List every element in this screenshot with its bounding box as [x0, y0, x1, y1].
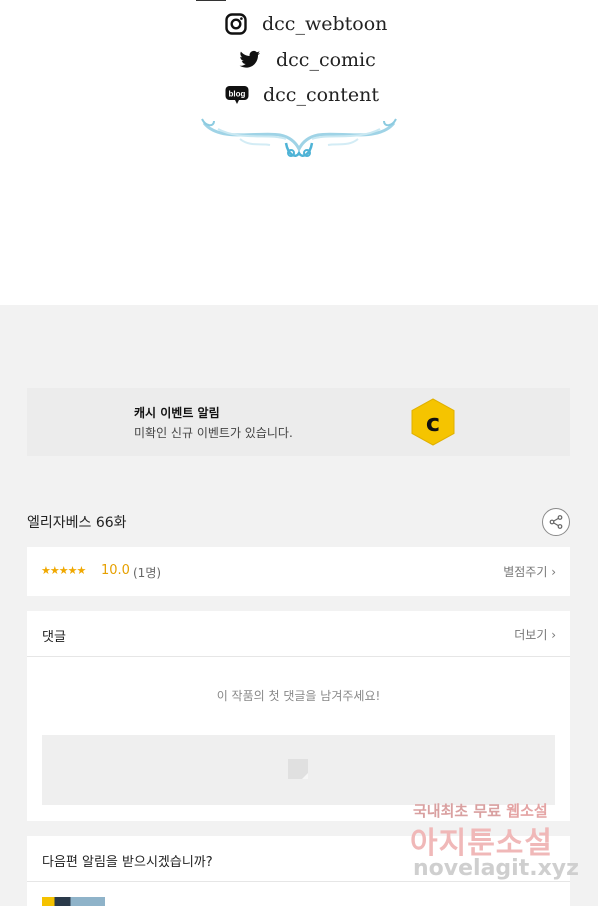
blog-badge-text: blog — [229, 90, 246, 99]
instagram-row: dcc_webtoon — [224, 12, 387, 36]
instagram-handle: dcc_webtoon — [262, 13, 388, 35]
rating-count: (1명) — [133, 566, 162, 580]
cash-event-banner[interactable]: 캐시 이벤트 알림 미확인 신규 이벤트가 있습니다. c — [27, 388, 570, 456]
twitter-handle: dcc_comic — [276, 49, 376, 71]
blog-icon: blog — [225, 83, 249, 107]
comment-input-box[interactable] — [42, 735, 555, 805]
ornament-flourish — [201, 118, 397, 157]
coin-letter: c — [426, 409, 440, 437]
image-placeholder-icon — [288, 759, 308, 779]
watermark-url: novelagit.xyz — [413, 856, 579, 881]
share-icon — [549, 515, 563, 529]
rating-stars: ★★★★★ — [41, 564, 86, 577]
share-button[interactable] — [542, 508, 570, 536]
notify-thumbnail[interactable] — [42, 897, 105, 906]
divider — [196, 0, 226, 1]
blog-handle: dcc_content — [263, 84, 380, 106]
rate-button[interactable]: 별점주기 › — [503, 563, 556, 580]
webtoon-end-panel: dcc_webtoon dcc_comic blog dcc_content — [0, 0, 598, 305]
comments-more-link[interactable]: 더보기 › — [514, 626, 556, 643]
rating-score: 10.0 — [101, 563, 130, 578]
instagram-icon — [224, 12, 248, 36]
comments-empty-message: 이 작품의 첫 댓글을 남겨주세요! — [216, 689, 381, 703]
rating-card: ★★★★★ 10.0 (1명) 별점주기 › — [27, 547, 570, 596]
notify-question: 다음편 알림을 받으시겠습니까? — [42, 855, 213, 870]
site-watermark: 국내최초 무료 웹소설 아지툰소설 novelagit.xyz — [410, 798, 580, 890]
blog-row: blog dcc_content — [225, 83, 379, 107]
event-title: 캐시 이벤트 알림 — [134, 406, 220, 420]
twitter-row: dcc_comic — [238, 48, 376, 72]
divider — [27, 656, 570, 657]
twitter-icon — [238, 48, 262, 72]
cash-coin-icon: c — [411, 398, 455, 446]
event-description: 미확인 신규 이벤트가 있습니다. — [134, 426, 293, 440]
comments-heading: 댓글 — [42, 630, 66, 645]
comments-section: 댓글 더보기 › 이 작품의 첫 댓글을 남겨주세요! — [27, 611, 570, 821]
episode-title: 엘리자베스 66화 — [27, 515, 127, 531]
